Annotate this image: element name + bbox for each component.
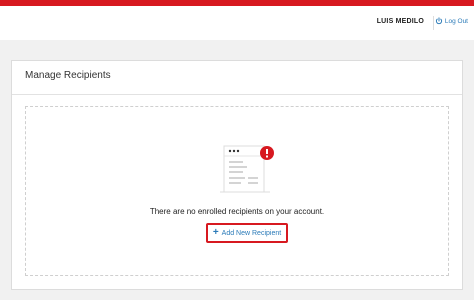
plus-icon: +	[212, 227, 219, 238]
panel-divider	[12, 94, 462, 95]
panel-title: Manage Recipients	[25, 70, 111, 81]
empty-state-message: There are no enrolled recipients on your…	[149, 207, 325, 216]
logout-link[interactable]: Log Out	[435, 17, 468, 25]
user-name: LUIS MEDILO	[376, 18, 424, 25]
manage-recipients-panel: Manage Recipients There are no enrolled …	[11, 60, 463, 290]
logout-label: Log Out	[444, 17, 468, 25]
logout-icon	[435, 17, 443, 25]
header-divider	[433, 16, 434, 30]
add-new-recipient-button[interactable]: + Add New Recipient	[206, 223, 288, 243]
add-new-recipient-label: Add New Recipient	[221, 229, 282, 237]
header-bar: LUIS MEDILO Log Out	[0, 6, 474, 40]
empty-state-box: There are no enrolled recipients on your…	[25, 106, 449, 276]
empty-document-icon	[220, 145, 274, 193]
